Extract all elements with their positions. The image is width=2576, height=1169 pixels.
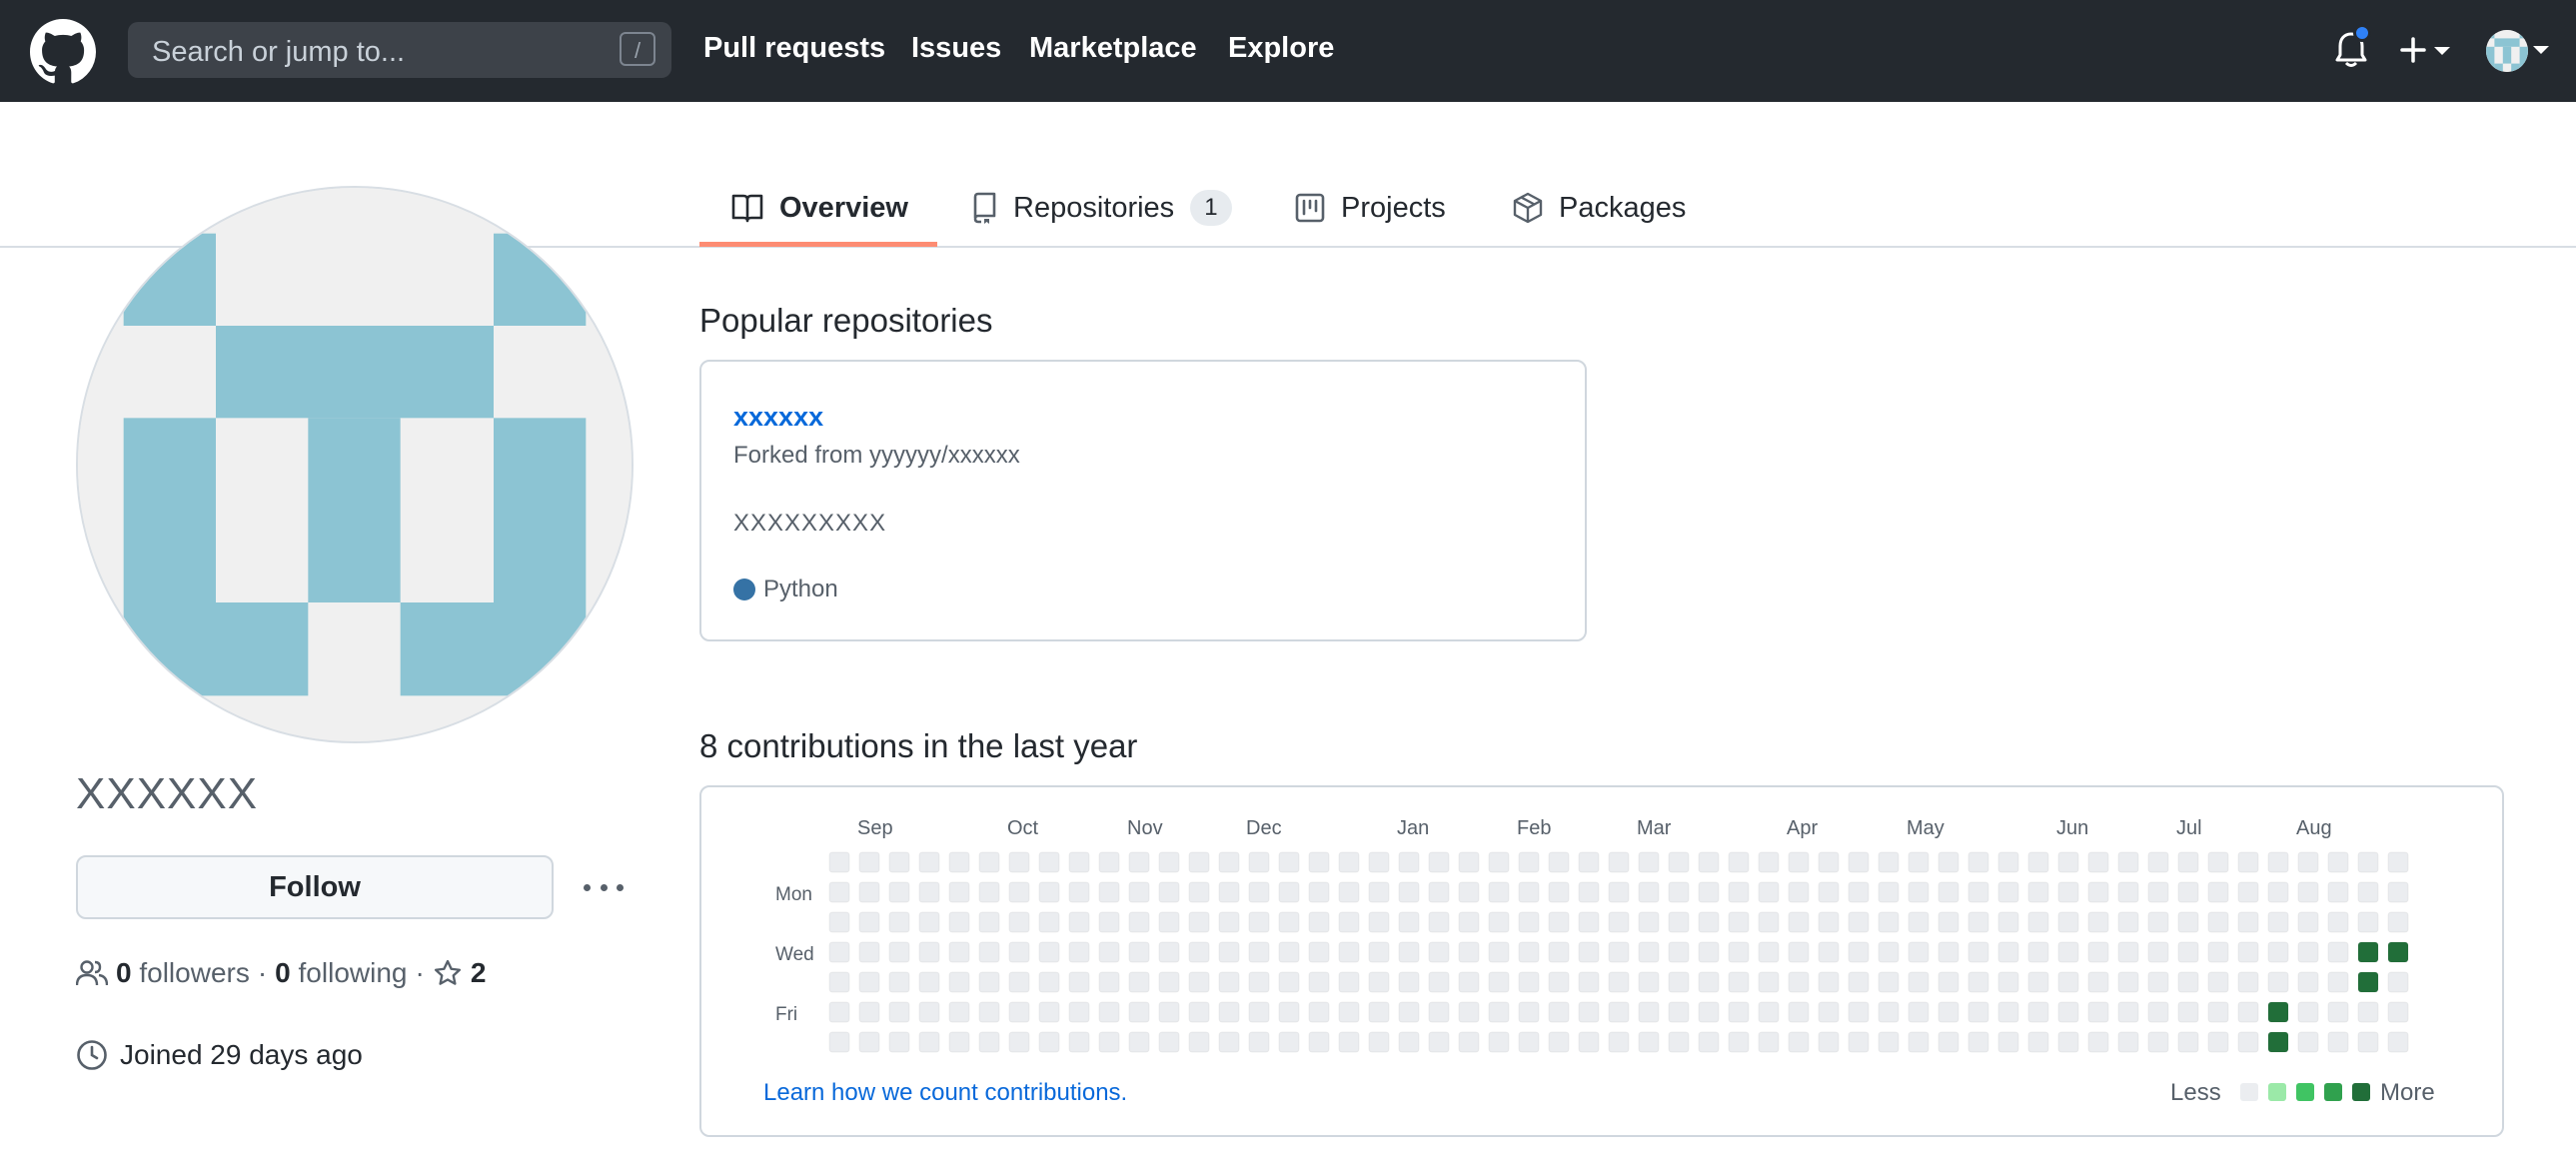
- search-shortcut-key: /: [620, 32, 655, 66]
- kebab-dot-icon: [584, 883, 591, 891]
- learn-contributions-link[interactable]: Learn how we count contributions.: [763, 1079, 1127, 1107]
- month-label: Jul: [2176, 817, 2202, 839]
- more-options-button[interactable]: [584, 869, 624, 905]
- day-label: Mon: [775, 884, 812, 905]
- tab-projects-label: Projects: [1341, 191, 1446, 224]
- top-navigation-bar: Search or jump to... / Pull requests Iss…: [0, 0, 2576, 102]
- github-logo-icon[interactable]: [30, 19, 96, 85]
- search-placeholder: Search or jump to...: [152, 36, 406, 68]
- joined-text: Joined 29 days ago: [120, 1039, 363, 1070]
- tab-packages-label: Packages: [1559, 191, 1687, 224]
- repositories-count-badge: 1: [1190, 190, 1232, 226]
- month-label: Mar: [1637, 817, 1672, 839]
- nav-explore[interactable]: Explore: [1228, 32, 1334, 65]
- clock-icon: [77, 1040, 107, 1070]
- contributions-heading: 8 contributions in the last year: [699, 727, 1138, 764]
- star-icon: [434, 959, 461, 985]
- search-input[interactable]: Search or jump to... /: [128, 22, 671, 78]
- pinned-repo-card: xxxxxx Forked from yyyyyy/xxxxxx XXXXXXX…: [699, 360, 1587, 641]
- repo-language-label: Python: [763, 576, 838, 602]
- month-label: Aug: [2296, 817, 2332, 839]
- identicon-image: [78, 188, 632, 741]
- legend-level-1: [2268, 1083, 2286, 1101]
- month-label: May: [1907, 817, 1944, 839]
- legend-level-4: [2352, 1083, 2370, 1101]
- repo-description: XXXXXXXXX: [733, 510, 887, 537]
- followers-link[interactable]: 0 followers: [116, 957, 250, 989]
- tab-overview-label: Overview: [779, 191, 908, 224]
- book-icon: [731, 193, 763, 223]
- following-count: 0: [275, 957, 291, 988]
- project-icon: [1295, 193, 1325, 223]
- nav-issues[interactable]: Issues: [911, 32, 1001, 65]
- followers-count: 0: [116, 957, 132, 988]
- month-label: Nov: [1127, 817, 1163, 839]
- month-label: Jan: [1397, 817, 1430, 839]
- kebab-dot-icon: [600, 883, 608, 891]
- profile-avatar[interactable]: [76, 186, 634, 743]
- language-color-dot: [733, 579, 755, 600]
- stat-separator: ·: [257, 957, 268, 988]
- stars-link[interactable]: 2: [433, 957, 487, 989]
- month-label: Oct: [1007, 817, 1039, 839]
- legend-level-3: [2324, 1083, 2342, 1101]
- following-link[interactable]: 0 following: [275, 957, 407, 989]
- month-label: Sep: [857, 817, 893, 839]
- tab-projects[interactable]: Projects: [1295, 170, 1446, 246]
- repo-icon: [971, 192, 997, 224]
- legend-less-label: Less: [2170, 1079, 2221, 1106]
- followers-label: followers: [139, 957, 250, 988]
- user-avatar-menu[interactable]: [2486, 30, 2528, 72]
- joined-date: Joined 29 days ago: [76, 1039, 363, 1071]
- day-label: Wed: [775, 944, 814, 965]
- people-icon: [76, 960, 108, 986]
- avatar-caret-icon[interactable]: [2532, 44, 2550, 56]
- month-label: Dec: [1246, 817, 1282, 839]
- day-label: Fri: [775, 1004, 798, 1025]
- popular-repositories-heading: Popular repositories: [699, 302, 993, 339]
- repo-name-link[interactable]: xxxxxx: [733, 402, 823, 433]
- stat-separator: ·: [415, 957, 425, 988]
- profile-name: XXXXXX: [76, 769, 259, 818]
- month-label: Apr: [1787, 817, 1819, 839]
- nav-pull-requests[interactable]: Pull requests: [703, 32, 885, 65]
- legend-level-2: [2296, 1083, 2314, 1101]
- avatar-small-icon: [2486, 30, 2528, 72]
- active-tab-indicator: [699, 242, 937, 247]
- legend-more-label: More: [2380, 1079, 2435, 1106]
- tab-repositories-label: Repositories: [1013, 191, 1175, 224]
- stars-count: 2: [470, 957, 487, 988]
- repo-fork-source: Forked from yyyyyy/xxxxxx: [733, 442, 1020, 469]
- package-icon: [1513, 192, 1543, 224]
- month-label: Feb: [1517, 817, 1552, 839]
- follow-stats: 0 followers · 0 following · 2: [76, 957, 486, 989]
- create-new-plus-icon[interactable]: [2400, 36, 2454, 66]
- follow-button[interactable]: Follow: [76, 855, 554, 919]
- repo-language: Python: [733, 576, 838, 603]
- following-label: following: [298, 957, 408, 988]
- tab-overview[interactable]: Overview: [731, 170, 908, 246]
- notification-indicator: [2353, 24, 2371, 42]
- tab-packages[interactable]: Packages: [1513, 170, 1686, 246]
- kebab-dot-icon: [617, 883, 624, 891]
- tab-repositories[interactable]: Repositories 1: [971, 170, 1232, 246]
- legend-level-0: [2240, 1083, 2258, 1101]
- nav-marketplace[interactable]: Marketplace: [1029, 32, 1197, 65]
- month-label: Jun: [2056, 817, 2089, 839]
